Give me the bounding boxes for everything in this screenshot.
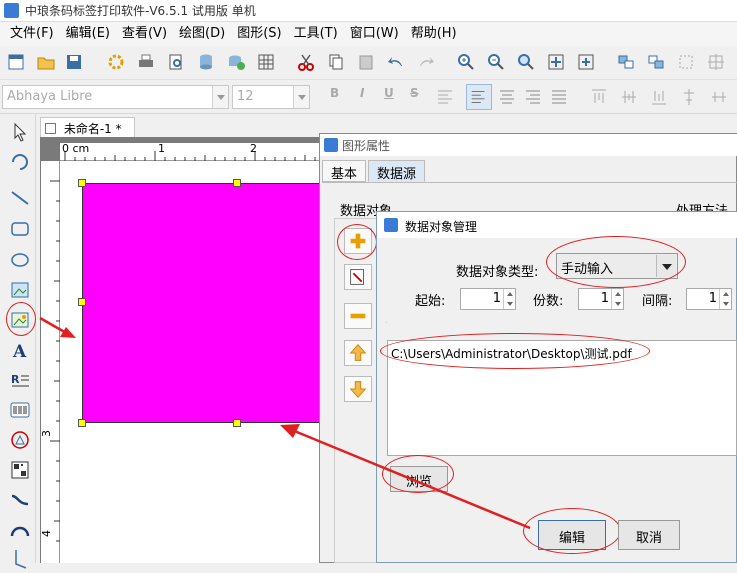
- annotation-arrows: [39, 316, 531, 530]
- arrow-to-shape: [291, 428, 531, 530]
- arrow-head-left: [60, 327, 76, 338]
